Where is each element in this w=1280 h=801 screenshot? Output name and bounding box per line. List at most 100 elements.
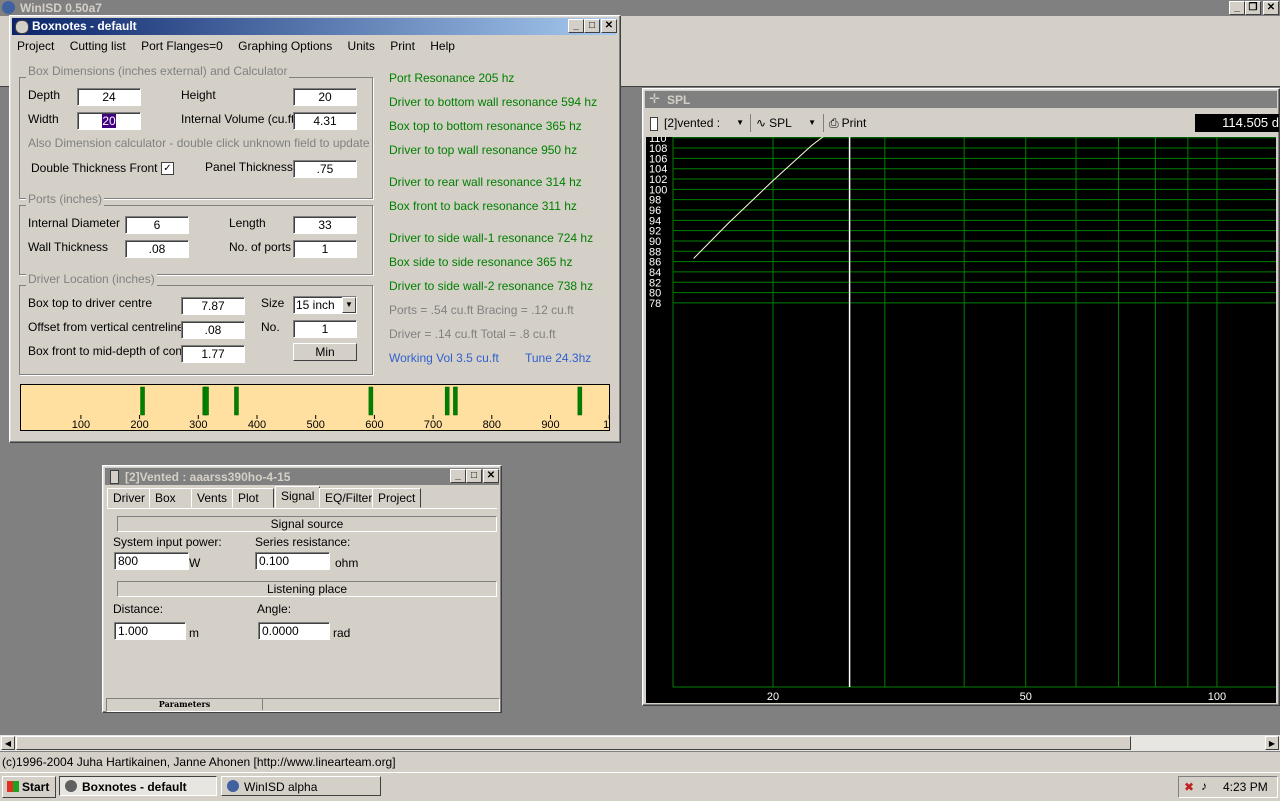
scale-label: 100 xyxy=(72,419,90,431)
network-icon[interactable]: ✖ xyxy=(1184,780,1194,794)
length-input[interactable]: 33 xyxy=(293,216,357,234)
tab-eq-filter[interactable]: EQ/Filter xyxy=(319,488,379,508)
spl-titlebar: ✛ SPL xyxy=(645,91,1277,108)
wave-icon: ∿ xyxy=(756,116,767,130)
app-restore-button[interactable]: ❐ xyxy=(1245,1,1261,15)
resonance-mark xyxy=(368,386,374,416)
input-power-input[interactable]: 800 xyxy=(114,552,189,570)
system-tray: ✖ ♪ 4:23 PM xyxy=(1178,776,1278,798)
result-driver-total: Driver = .14 cu.ft Total = .8 cu.ft xyxy=(389,327,556,341)
print-label: Print xyxy=(841,116,867,130)
vented-tabs: Driver Box Vents Plot Signal EQ/Filter P… xyxy=(107,486,497,509)
scale-label: 500 xyxy=(307,419,325,431)
chevron-down-icon[interactable]: ▼ xyxy=(342,297,356,313)
speaker-icon[interactable]: ♪ xyxy=(1201,779,1207,793)
size-value: 15 inch xyxy=(296,298,335,312)
boxnotes-close-button[interactable]: ✕ xyxy=(601,19,617,33)
menu-units[interactable]: Units xyxy=(348,39,375,53)
internal-diameter-input[interactable]: 6 xyxy=(125,216,189,234)
vented-close-button[interactable]: ✕ xyxy=(483,469,499,483)
scale-label: 900 xyxy=(541,419,559,431)
series-res-unit: ohm xyxy=(335,556,359,570)
taskbar-item-boxnotes[interactable]: Boxnotes - default xyxy=(59,776,217,796)
status-parameters: Parameters xyxy=(107,699,263,710)
tab-plot[interactable]: Plot xyxy=(232,488,274,508)
taskbar: Start Boxnotes - default WinISD alpha ✖ … xyxy=(0,772,1280,801)
top-driver-input[interactable]: 7.87 xyxy=(181,297,245,315)
project-select[interactable]: [2]vented : ▼ xyxy=(650,114,746,132)
double-thickness-checkbox[interactable]: ✓ xyxy=(161,162,174,175)
distance-input[interactable]: 1.000 xyxy=(114,622,186,640)
start-label: Start xyxy=(22,780,50,794)
workspace-scrollbar[interactable]: ◀ ▶ xyxy=(0,735,1280,751)
boxnotes-icon xyxy=(15,20,29,34)
listening-place-header: Listening place xyxy=(117,581,497,597)
spl-pin-icon: ✛ xyxy=(649,91,660,106)
tab-driver[interactable]: Driver xyxy=(107,488,151,508)
scale-label: 700 xyxy=(424,419,442,431)
menu-print[interactable]: Print xyxy=(390,39,415,53)
spl-title: SPL xyxy=(667,93,691,107)
input-power-unit: W xyxy=(189,556,201,570)
vented-title: [2]Vented : aaarss390ho-4-15 xyxy=(125,470,291,484)
signal-panel: Signal source System input power: 800 W … xyxy=(107,508,497,697)
vented-statusbar: Parameters xyxy=(106,698,500,712)
boxnotes-maximize-button[interactable]: □ xyxy=(584,19,600,33)
chart-background xyxy=(646,137,1276,703)
series-res-input[interactable]: 0.100 xyxy=(255,552,330,570)
menu-graphing-options[interactable]: Graphing Options xyxy=(238,39,332,53)
spl-toolbar: [2]vented : ▼ ∿ SPL ▼ ⎙ Print 114.505 d xyxy=(646,112,1279,134)
wall-thickness-input[interactable]: .08 xyxy=(125,240,189,258)
boxnotes-minimize-button[interactable]: _ xyxy=(568,19,584,33)
internal-diameter-label: Internal Diameter xyxy=(28,216,121,230)
scroll-thumb[interactable] xyxy=(16,736,1131,750)
height-input[interactable]: 20 xyxy=(293,88,357,106)
taskbar-item-winisd[interactable]: WinISD alpha xyxy=(221,776,381,796)
width-input[interactable]: 20 xyxy=(77,112,141,130)
tab-vents[interactable]: Vents xyxy=(191,488,234,508)
resonance-scale: 100 200 300 400 500 600 700 800 900 10 xyxy=(20,384,610,431)
num-ports-input[interactable]: 1 xyxy=(293,240,357,258)
print-button[interactable]: ⎙ Print xyxy=(829,114,877,132)
scale-label: 200 xyxy=(130,419,148,431)
angle-input[interactable]: 0.0000 xyxy=(258,622,330,640)
depth-input[interactable]: 24 xyxy=(77,88,141,106)
menu-project[interactable]: Project xyxy=(17,39,54,53)
no-input[interactable]: 1 xyxy=(293,320,357,338)
front-cone-input[interactable]: 1.77 xyxy=(181,345,245,363)
scroll-left-arrow-icon[interactable]: ◀ xyxy=(1,736,15,750)
series-res-label: Series resistance: xyxy=(255,535,351,549)
clock: 4:23 PM xyxy=(1223,780,1268,794)
y-tick-label: 78 xyxy=(649,298,661,310)
menu-help[interactable]: Help xyxy=(430,39,455,53)
scroll-right-arrow-icon[interactable]: ▶ xyxy=(1265,736,1279,750)
distance-label: Distance: xyxy=(113,602,164,616)
angle-unit: rad xyxy=(333,626,351,640)
menu-port-flanges[interactable]: Port Flanges=0 xyxy=(141,39,223,53)
size-label: Size xyxy=(261,296,285,310)
vented-titlebar: [2]Vented : aaarss390ho-4-15 _ □ ✕ xyxy=(105,468,499,485)
graph-select-value: SPL xyxy=(769,116,792,130)
tab-signal[interactable]: Signal xyxy=(275,486,321,509)
panel-thickness-input[interactable]: .75 xyxy=(293,160,357,178)
volume-input[interactable]: 4.31 xyxy=(293,112,357,130)
vented-minimize-button[interactable]: _ xyxy=(450,469,466,483)
app-close-button[interactable]: ✕ xyxy=(1263,1,1279,15)
spl-chart[interactable]: 1381361341321301281261241221201181161141… xyxy=(646,137,1276,703)
scale-label: 400 xyxy=(248,419,266,431)
menu-cutting-list[interactable]: Cutting list xyxy=(70,39,126,53)
start-button[interactable]: Start xyxy=(2,776,56,798)
taskbar-label-winisd: WinISD alpha xyxy=(244,780,318,794)
x-tick-label: 20 xyxy=(767,691,779,703)
min-button[interactable]: Min xyxy=(293,343,357,361)
offset-input[interactable]: .08 xyxy=(181,321,245,339)
no-label: No. xyxy=(261,320,280,334)
scale-label: 800 xyxy=(483,419,501,431)
tab-project[interactable]: Project xyxy=(372,488,422,508)
winisd-task-icon xyxy=(227,780,239,792)
windows-logo-icon xyxy=(7,781,19,792)
vented-maximize-button[interactable]: □ xyxy=(466,469,482,483)
app-minimize-button[interactable]: _ xyxy=(1229,1,1245,15)
size-select[interactable]: 15 inch ▼ xyxy=(293,296,357,314)
graph-select[interactable]: ∿ SPL ▼ xyxy=(756,114,818,132)
